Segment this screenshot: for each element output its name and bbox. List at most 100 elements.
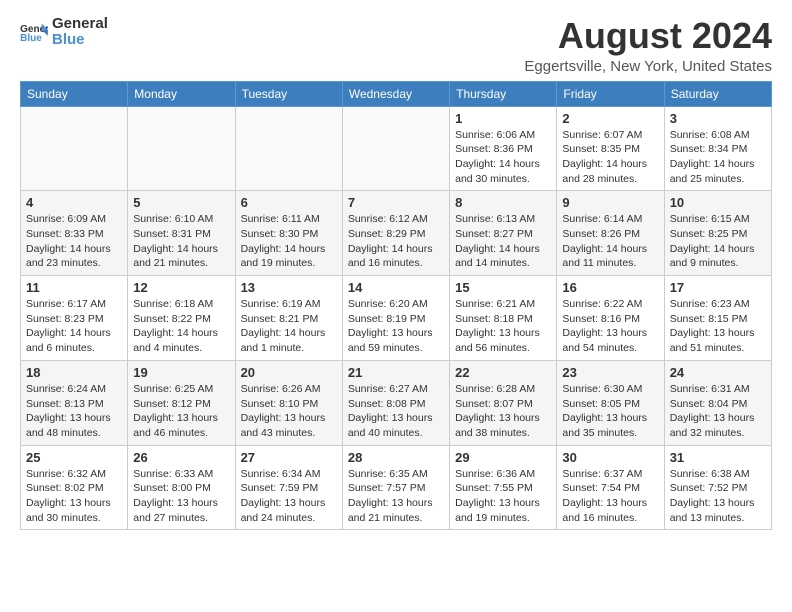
calendar-cell: 29 Sunrise: 6:36 AMSunset: 7:55 PMDayligh… xyxy=(450,445,557,530)
calendar-cell: 15 Sunrise: 6:21 AMSunset: 8:18 PMDayligh… xyxy=(450,276,557,361)
calendar-cell: 28 Sunrise: 6:35 AMSunset: 7:57 PMDayligh… xyxy=(342,445,449,530)
calendar-cell xyxy=(235,106,342,191)
day-number: 1 xyxy=(455,111,551,126)
day-number: 5 xyxy=(133,195,229,210)
calendar-cell xyxy=(21,106,128,191)
day-info: Sunrise: 6:31 AMSunset: 8:04 PMDaylight:… xyxy=(670,382,766,441)
day-number: 21 xyxy=(348,365,444,380)
calendar-cell: 17 Sunrise: 6:23 AMSunset: 8:15 PMDayligh… xyxy=(664,276,771,361)
weekday-header-thursday: Thursday xyxy=(450,81,557,106)
day-info: Sunrise: 6:19 AMSunset: 8:21 PMDaylight:… xyxy=(241,297,337,356)
day-number: 20 xyxy=(241,365,337,380)
day-number: 27 xyxy=(241,450,337,465)
day-info: Sunrise: 6:15 AMSunset: 8:25 PMDaylight:… xyxy=(670,212,766,271)
day-info: Sunrise: 6:38 AMSunset: 7:52 PMDaylight:… xyxy=(670,467,766,526)
day-info: Sunrise: 6:12 AMSunset: 8:29 PMDaylight:… xyxy=(348,212,444,271)
location-subtitle: Eggertsville, New York, United States xyxy=(524,58,772,75)
calendar-cell: 24 Sunrise: 6:31 AMSunset: 8:04 PMDayligh… xyxy=(664,360,771,445)
calendar-cell: 13 Sunrise: 6:19 AMSunset: 8:21 PMDayligh… xyxy=(235,276,342,361)
day-number: 28 xyxy=(348,450,444,465)
day-number: 4 xyxy=(26,195,122,210)
month-year-title: August 2024 xyxy=(524,16,772,56)
day-number: 16 xyxy=(562,280,658,295)
day-number: 3 xyxy=(670,111,766,126)
day-number: 17 xyxy=(670,280,766,295)
day-info: Sunrise: 6:37 AMSunset: 7:54 PMDaylight:… xyxy=(562,467,658,526)
calendar-cell: 8 Sunrise: 6:13 AMSunset: 8:27 PMDaylight… xyxy=(450,191,557,276)
calendar-week-row: 18 Sunrise: 6:24 AMSunset: 8:13 PMDayligh… xyxy=(21,360,772,445)
day-info: Sunrise: 6:30 AMSunset: 8:05 PMDaylight:… xyxy=(562,382,658,441)
calendar-cell: 4 Sunrise: 6:09 AMSunset: 8:33 PMDaylight… xyxy=(21,191,128,276)
calendar-cell: 12Sunrise: 6:18 AMSunset: 8:22 PMDayligh… xyxy=(128,276,235,361)
weekday-header-wednesday: Wednesday xyxy=(342,81,449,106)
calendar-cell: 3 Sunrise: 6:08 AMSunset: 8:34 PMDaylight… xyxy=(664,106,771,191)
day-number: 26 xyxy=(133,450,229,465)
day-info: Sunrise: 6:25 AMSunset: 8:12 PMDaylight:… xyxy=(133,382,229,441)
calendar-week-row: 4 Sunrise: 6:09 AMSunset: 8:33 PMDaylight… xyxy=(21,191,772,276)
day-info: Sunrise: 6:06 AMSunset: 8:36 PMDaylight:… xyxy=(455,128,551,187)
day-info: Sunrise: 6:08 AMSunset: 8:34 PMDaylight:… xyxy=(670,128,766,187)
calendar-cell: 5 Sunrise: 6:10 AMSunset: 8:31 PMDaylight… xyxy=(128,191,235,276)
day-info: Sunrise: 6:22 AMSunset: 8:16 PMDaylight:… xyxy=(562,297,658,356)
day-number: 15 xyxy=(455,280,551,295)
calendar-table: SundayMondayTuesdayWednesdayThursdayFrid… xyxy=(20,81,772,531)
day-number: 12 xyxy=(133,280,229,295)
day-info: Sunrise: 6:21 AMSunset: 8:18 PMDaylight:… xyxy=(455,297,551,356)
day-number: 24 xyxy=(670,365,766,380)
day-info: Sunrise: 6:35 AMSunset: 7:57 PMDaylight:… xyxy=(348,467,444,526)
calendar-cell: 26Sunrise: 6:33 AMSunset: 8:00 PMDayligh… xyxy=(128,445,235,530)
svg-text:Blue: Blue xyxy=(20,33,42,42)
day-number: 11 xyxy=(26,280,122,295)
logo: General Blue General Blue xyxy=(20,16,108,48)
day-number: 18 xyxy=(26,365,122,380)
calendar-week-row: 11Sunrise: 6:17 AMSunset: 8:23 PMDayligh… xyxy=(21,276,772,361)
calendar-cell: 1 Sunrise: 6:06 AMSunset: 8:36 PMDaylight… xyxy=(450,106,557,191)
day-info: Sunrise: 6:28 AMSunset: 8:07 PMDaylight:… xyxy=(455,382,551,441)
calendar-cell: 6Sunrise: 6:11 AMSunset: 8:30 PMDaylight… xyxy=(235,191,342,276)
calendar-week-row: 25 Sunrise: 6:32 AMSunset: 8:02 PMDayligh… xyxy=(21,445,772,530)
logo-general-text: General xyxy=(52,15,108,32)
day-info: Sunrise: 6:23 AMSunset: 8:15 PMDaylight:… xyxy=(670,297,766,356)
day-number: 30 xyxy=(562,450,658,465)
day-number: 19 xyxy=(133,365,229,380)
calendar-cell: 18 Sunrise: 6:24 AMSunset: 8:13 PMDayligh… xyxy=(21,360,128,445)
day-number: 29 xyxy=(455,450,551,465)
day-number: 9 xyxy=(562,195,658,210)
day-info: Sunrise: 6:26 AMSunset: 8:10 PMDaylight:… xyxy=(241,382,337,441)
title-section: August 2024 Eggertsville, New York, Unit… xyxy=(524,16,772,75)
weekday-header-friday: Friday xyxy=(557,81,664,106)
calendar-cell: 14 Sunrise: 6:20 AMSunset: 8:19 PMDayligh… xyxy=(342,276,449,361)
day-info: Sunrise: 6:34 AMSunset: 7:59 PMDaylight:… xyxy=(241,467,337,526)
day-info: Sunrise: 6:20 AMSunset: 8:19 PMDaylight:… xyxy=(348,297,444,356)
day-info: Sunrise: 6:32 AMSunset: 8:02 PMDaylight:… xyxy=(26,467,122,526)
calendar-cell: 21Sunrise: 6:27 AMSunset: 8:08 PMDayligh… xyxy=(342,360,449,445)
page-header: General Blue General Blue August 2024 Eg… xyxy=(20,16,772,75)
calendar-cell: 27 Sunrise: 6:34 AMSunset: 7:59 PMDayligh… xyxy=(235,445,342,530)
day-info: Sunrise: 6:36 AMSunset: 7:55 PMDaylight:… xyxy=(455,467,551,526)
day-number: 23 xyxy=(562,365,658,380)
weekday-header-saturday: Saturday xyxy=(664,81,771,106)
calendar-cell: 16 Sunrise: 6:22 AMSunset: 8:16 PMDayligh… xyxy=(557,276,664,361)
calendar-header-row: SundayMondayTuesdayWednesdayThursdayFrid… xyxy=(21,81,772,106)
calendar-cell: 2Sunrise: 6:07 AMSunset: 8:35 PMDaylight… xyxy=(557,106,664,191)
day-info: Sunrise: 6:09 AMSunset: 8:33 PMDaylight:… xyxy=(26,212,122,271)
weekday-header-sunday: Sunday xyxy=(21,81,128,106)
calendar-cell: 23 Sunrise: 6:30 AMSunset: 8:05 PMDayligh… xyxy=(557,360,664,445)
calendar-cell: 9Sunrise: 6:14 AMSunset: 8:26 PMDaylight… xyxy=(557,191,664,276)
day-number: 2 xyxy=(562,111,658,126)
day-info: Sunrise: 6:10 AMSunset: 8:31 PMDaylight:… xyxy=(133,212,229,271)
calendar-cell: 20 Sunrise: 6:26 AMSunset: 8:10 PMDayligh… xyxy=(235,360,342,445)
calendar-cell xyxy=(342,106,449,191)
day-number: 14 xyxy=(348,280,444,295)
calendar-week-row: 1 Sunrise: 6:06 AMSunset: 8:36 PMDaylight… xyxy=(21,106,772,191)
day-number: 8 xyxy=(455,195,551,210)
logo-icon: General Blue xyxy=(20,22,48,42)
day-number: 13 xyxy=(241,280,337,295)
day-number: 25 xyxy=(26,450,122,465)
calendar-cell: 31Sunrise: 6:38 AMSunset: 7:52 PMDayligh… xyxy=(664,445,771,530)
day-info: Sunrise: 6:24 AMSunset: 8:13 PMDaylight:… xyxy=(26,382,122,441)
day-info: Sunrise: 6:13 AMSunset: 8:27 PMDaylight:… xyxy=(455,212,551,271)
calendar-cell: 19 Sunrise: 6:25 AMSunset: 8:12 PMDayligh… xyxy=(128,360,235,445)
weekday-header-monday: Monday xyxy=(128,81,235,106)
calendar-cell: 30 Sunrise: 6:37 AMSunset: 7:54 PMDayligh… xyxy=(557,445,664,530)
